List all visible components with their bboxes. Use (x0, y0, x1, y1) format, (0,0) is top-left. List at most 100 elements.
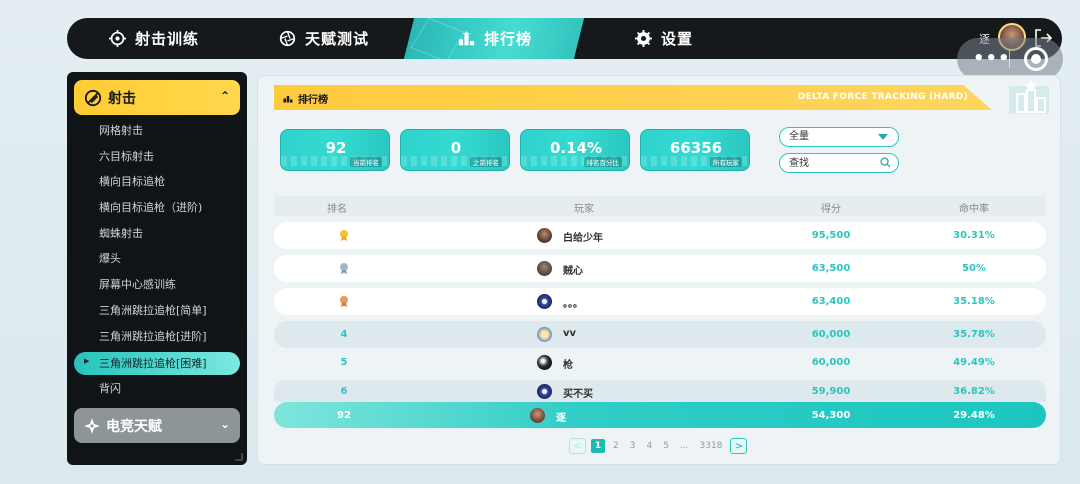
sidebar-item[interactable]: 三角洲跳拉追枪[简单] (99, 302, 207, 320)
more-menu-icon[interactable]: ••• (973, 48, 1011, 69)
top-nav: 射击训练 天赋测试 排行榜 设置 逐 (67, 18, 1062, 59)
tab-label: 设置 (661, 30, 694, 48)
score: 60,000 (811, 357, 851, 368)
column-header-rank: 排名 (327, 204, 347, 215)
player-avatar (537, 294, 552, 309)
search-icon[interactable] (880, 157, 891, 168)
table-row[interactable]: 白给少年 95,500 30.31% (274, 222, 1046, 249)
score: 95,500 (811, 230, 851, 241)
score: 63,400 (811, 296, 851, 307)
sidebar-item[interactable]: 屏幕中心感训练 (99, 276, 176, 294)
prev-page-button[interactable]: < (569, 438, 586, 454)
crosshair-icon (109, 30, 126, 47)
accuracy: 35.18% (953, 296, 995, 307)
page-last[interactable]: 3318 (697, 441, 726, 451)
column-header-player: 玩家 (574, 204, 594, 215)
category-label: 射击 (108, 90, 136, 107)
stat-label: 排名百分比 (583, 157, 622, 167)
stat-label: 之前排名 (470, 157, 502, 167)
table-row[interactable]: 6 买不买 59,900 36.82% (274, 380, 1046, 402)
sidebar-item[interactable]: 蜘蛛射击 (99, 225, 143, 243)
sidebar-item[interactable]: 背闪 (99, 380, 121, 398)
tab-shooting-training[interactable]: 射击训练 (109, 18, 199, 59)
leaderboard-title: 排行榜 (298, 95, 328, 106)
stat-label: 所有玩家 (710, 157, 742, 167)
score: 59,900 (811, 386, 851, 397)
resize-grip[interactable] (235, 453, 243, 461)
stat-label: 当前排名 (350, 157, 382, 167)
sidebar-item[interactable]: 六目标射击 (99, 148, 154, 166)
stat-value: 92 (325, 139, 347, 157)
player-avatar (537, 261, 552, 276)
tab-settings[interactable]: 设置 (635, 18, 693, 59)
player-name: 枪 (563, 360, 573, 371)
tab-talent-test[interactable]: 天赋测试 (279, 18, 369, 59)
player-name: 贼心 (563, 266, 583, 277)
player-avatar (537, 355, 552, 370)
accuracy: 29.48% (953, 410, 995, 421)
gold-medal-icon (340, 230, 348, 241)
tab-label: 排行榜 (484, 30, 533, 48)
page-1-current[interactable]: 1 (591, 439, 605, 453)
aperture-icon (279, 30, 296, 47)
sidebar-item[interactable]: 横向目标追枪 (99, 173, 165, 191)
score: 63,500 (811, 263, 851, 274)
leaderboard-panel: 排行榜 DELTA FORCE TRACKING (HARD) 92 当前排名 … (257, 75, 1061, 465)
column-header-accuracy: 命中率 (959, 204, 989, 215)
close-target-icon[interactable] (1024, 47, 1048, 71)
caret-down-icon (878, 134, 888, 140)
pagination: < 1 2 3 4 5 ... 3318 > (569, 437, 748, 455)
chevron-down-icon: ⌄ (219, 417, 230, 431)
scope-select[interactable]: 全量 (779, 127, 899, 147)
category-shooting[interactable]: 射击 ⌃ (74, 80, 240, 115)
accuracy: 35.78% (953, 329, 995, 340)
page-2[interactable]: 2 (610, 441, 622, 451)
table-row[interactable]: 贼心 63,500 50% (274, 255, 1046, 282)
next-page-button[interactable]: > (730, 438, 748, 454)
table-header: 排名 玩家 得分 命中率 (274, 196, 1046, 216)
stat-value: 66356 (669, 139, 723, 157)
sidebar-item[interactable]: 网格射击 (99, 122, 143, 140)
accuracy: 30.31% (953, 230, 995, 241)
sidebar-item-active[interactable]: ▶ 三角洲跳拉追枪[困难] (74, 352, 240, 375)
compass-star-icon (84, 417, 100, 434)
tab-label: 天赋测试 (305, 30, 370, 48)
rank-number: 6 (340, 386, 348, 397)
my-rank-row[interactable]: 92 逐 54,300 29.48% (274, 402, 1046, 428)
page-ellipsis: ... (679, 441, 689, 451)
sidebar-item[interactable]: 横向目标追枪（进阶) (99, 199, 202, 217)
accuracy: 36.82% (953, 386, 995, 397)
table-row[interactable]: 4 vv 60,000 35.78% (274, 321, 1046, 348)
rank-number: 4 (340, 329, 348, 340)
page-3[interactable]: 3 (627, 441, 639, 451)
player-name: 买不买 (563, 389, 593, 400)
table-row[interactable]: 。。。 63,400 35.18% (274, 288, 1046, 315)
player-avatar (530, 408, 545, 423)
miniapp-capsule: ••• (957, 38, 1063, 80)
sidebar-item[interactable]: 三角洲跳拉追枪[进阶] (99, 328, 207, 346)
column-header-score: 得分 (821, 204, 841, 215)
chevron-up-icon: ⌃ (219, 89, 230, 103)
mode-name: DELTA FORCE TRACKING (HARD) (797, 92, 968, 102)
sidebar-item-label: 三角洲跳拉追枪[困难] (99, 357, 207, 370)
tab-label: 射击训练 (135, 30, 200, 48)
scope-select-value: 全量 (789, 131, 809, 142)
sidebar-item[interactable]: 爆头 (99, 250, 121, 268)
page-5[interactable]: 5 (660, 441, 672, 451)
stat-previous-rank: 0 之前排名 (400, 129, 510, 171)
rank-number: 92 (337, 410, 351, 421)
stat-value: 0 (450, 139, 462, 157)
page-4[interactable]: 4 (643, 441, 655, 451)
category-esports-talent[interactable]: 电竞天赋 ⌄ (74, 408, 240, 443)
player-name: 。。。 (563, 299, 583, 310)
capsule-divider (1009, 50, 1010, 68)
rank-number: 5 (340, 357, 348, 368)
table-row[interactable]: 5 枪 60,000 49.49% (274, 349, 1046, 376)
tab-leaderboard[interactable]: 排行榜 (458, 18, 532, 59)
player-name: 逐 (556, 413, 566, 424)
player-avatar (537, 384, 552, 399)
stat-value: 0.14% (549, 139, 603, 157)
stat-rank-percent: 0.14% 排名百分比 (520, 129, 630, 171)
podium-icon (283, 96, 293, 103)
gear-icon (635, 30, 652, 47)
